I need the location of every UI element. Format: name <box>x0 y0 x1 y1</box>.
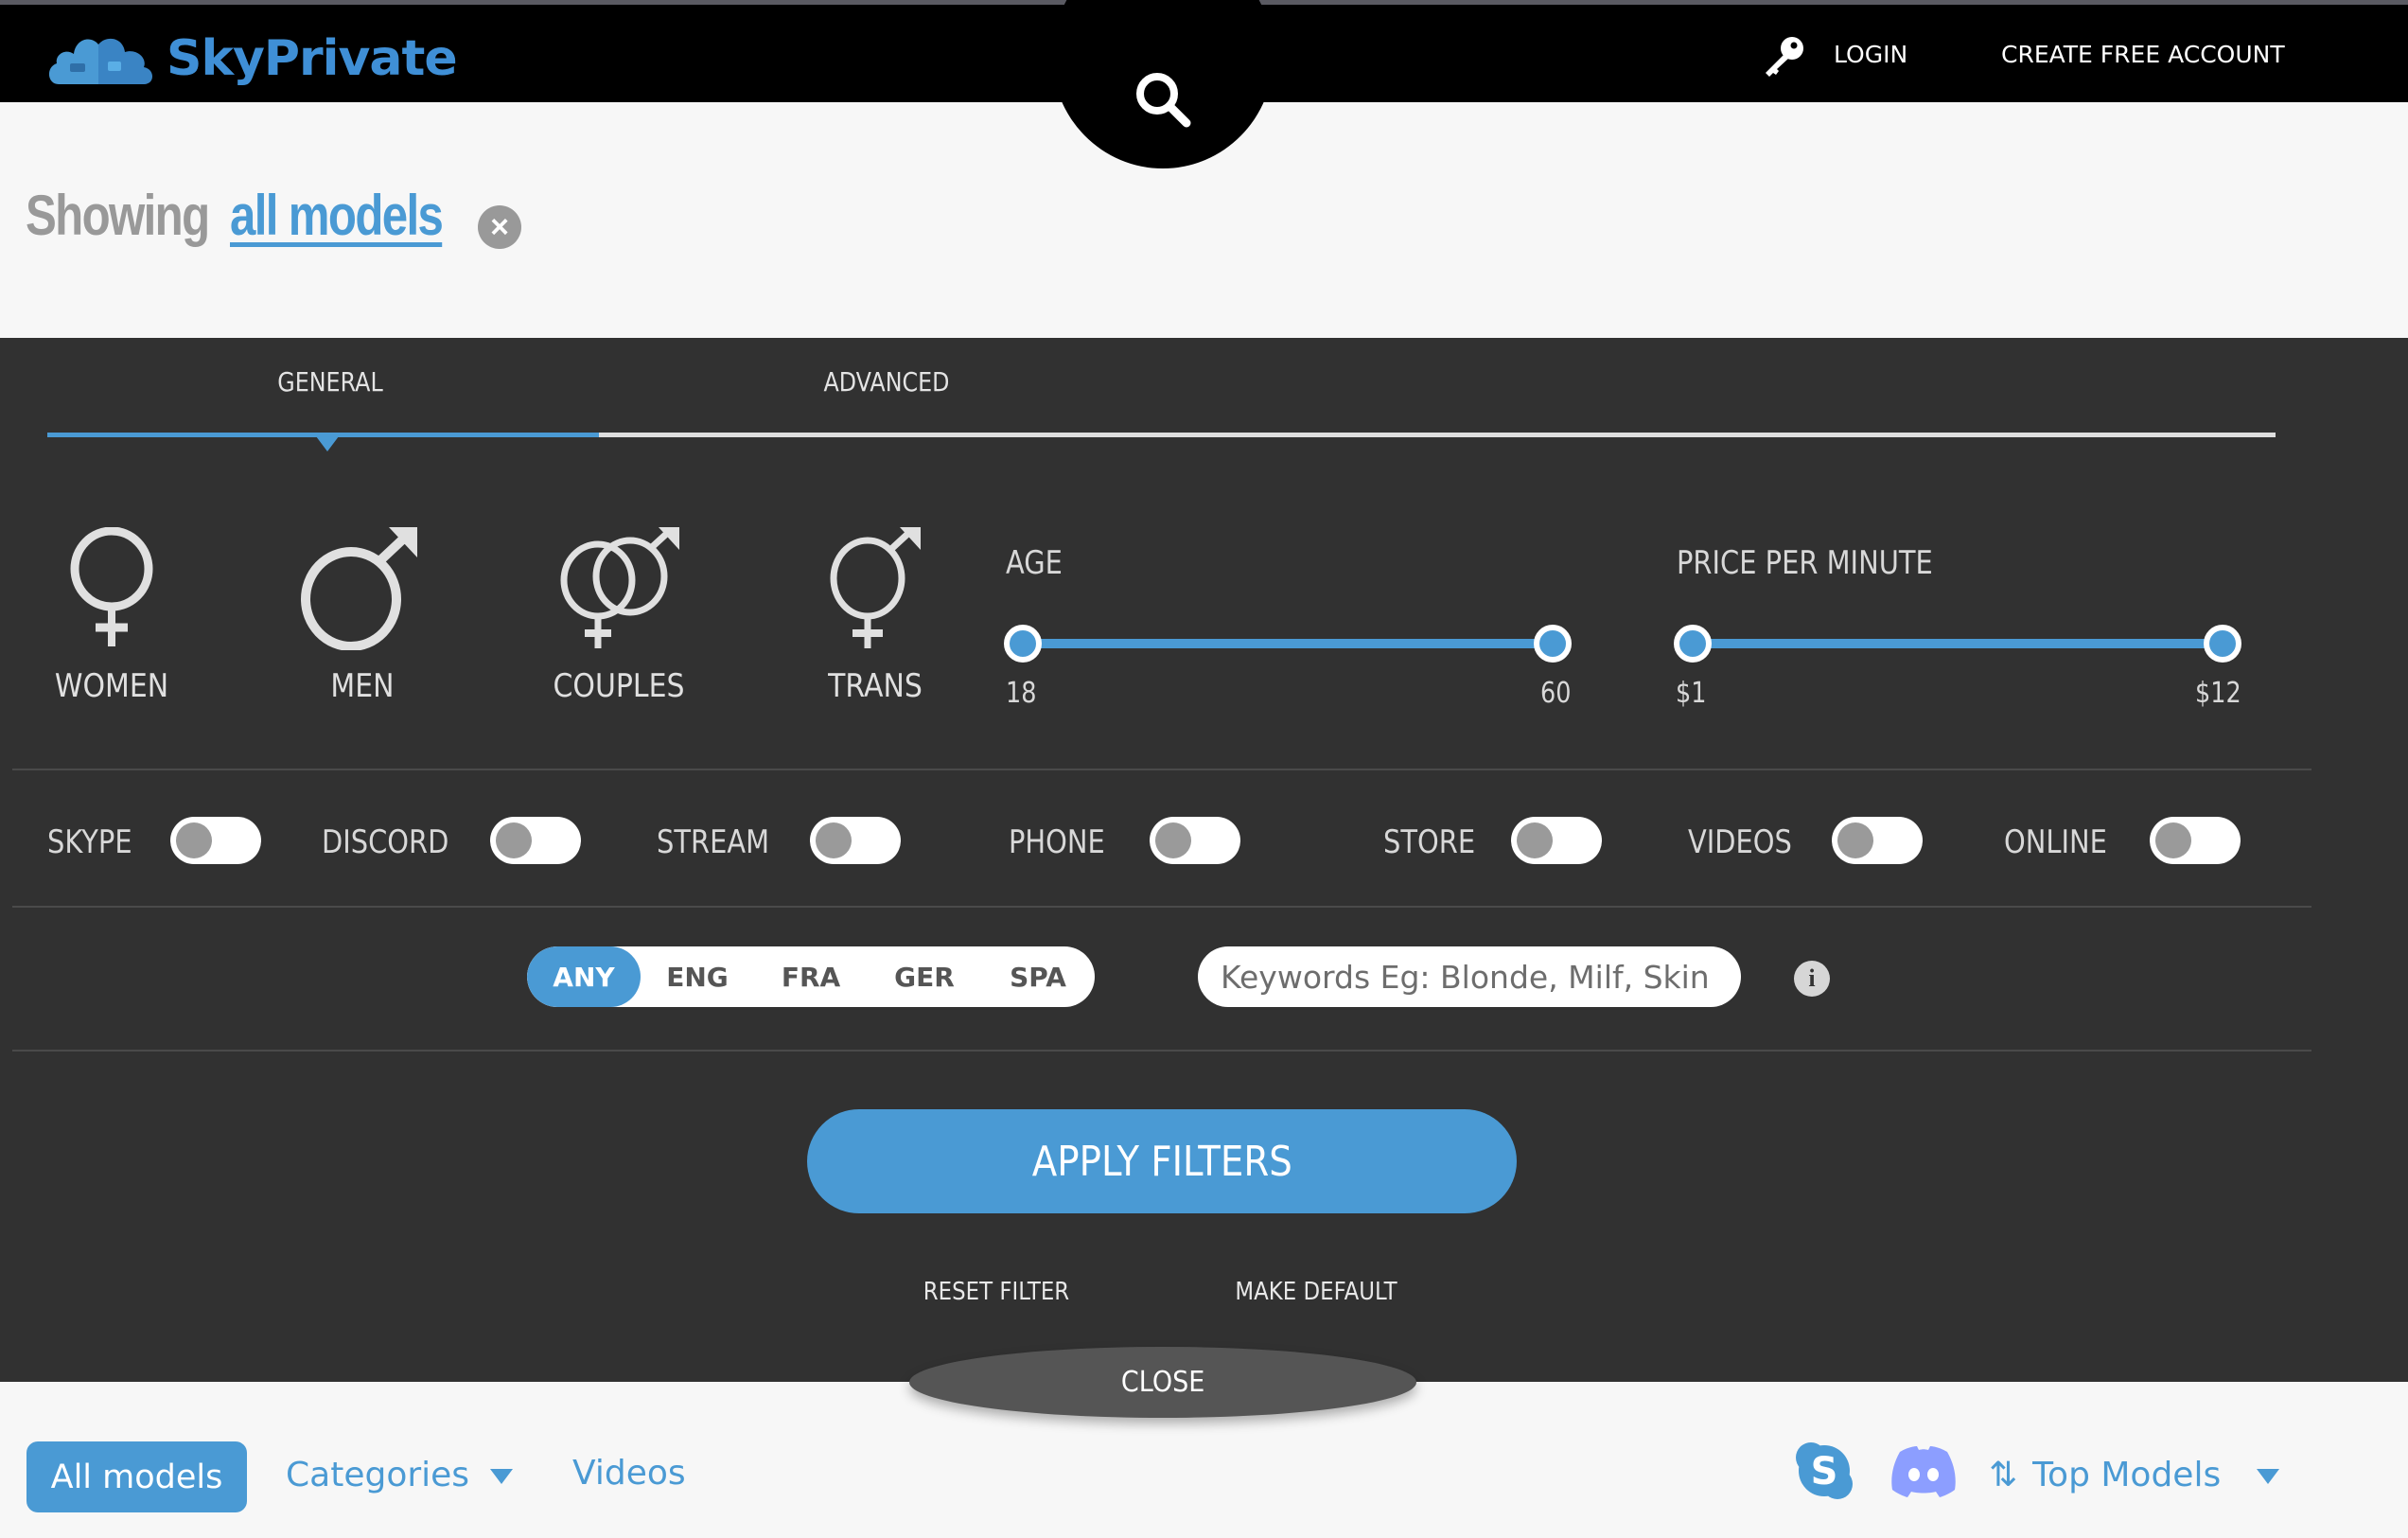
toggle-phone[interactable] <box>1150 817 1240 864</box>
info-icon[interactable]: i <box>1794 961 1830 997</box>
toggle-skype[interactable] <box>170 817 261 864</box>
toggle-label-phone: PHONE <box>1009 823 1105 861</box>
toggle-knob <box>176 822 212 858</box>
search-button[interactable] <box>1052 0 1274 168</box>
gender-label: TRANS <box>828 667 923 705</box>
close-circle-icon[interactable]: × <box>478 205 521 249</box>
language-selector: ANY ENG FRA GER SPA <box>527 946 1095 1007</box>
videos-link[interactable]: Videos <box>572 1454 686 1493</box>
toggle-knob <box>816 822 852 858</box>
divider <box>12 906 2311 908</box>
all-models-button[interactable]: All models <box>26 1441 247 1512</box>
svg-text:S: S <box>1811 1450 1838 1494</box>
gender-option-trans[interactable]: TRANS <box>781 527 970 705</box>
toggle-online[interactable] <box>2150 817 2241 864</box>
gender-option-women[interactable]: WOMEN <box>17 527 206 705</box>
discord-icon[interactable] <box>1889 1444 1959 1497</box>
toggle-stream[interactable] <box>810 817 901 864</box>
apply-filters-label: APPLY FILTERS <box>1031 1137 1292 1186</box>
close-label: CLOSE <box>1120 1366 1205 1399</box>
age-max-value: 60 <box>1540 677 1572 710</box>
toggle-knob <box>1837 822 1873 858</box>
categories-label: Categories <box>286 1456 470 1494</box>
age-max-handle[interactable] <box>1534 625 1572 663</box>
language-option-ger[interactable]: GER <box>868 946 981 1007</box>
gender-label: COUPLES <box>553 667 685 705</box>
toggle-knob <box>1155 822 1191 858</box>
language-option-eng[interactable]: ENG <box>641 946 754 1007</box>
create-account-link[interactable]: CREATE FREE ACCOUNT <box>2001 41 2285 68</box>
search-icon <box>1136 73 1191 128</box>
toggle-knob <box>1517 822 1553 858</box>
cloud-logo-icon <box>48 38 152 84</box>
age-title: AGE <box>1006 544 1063 582</box>
toggle-knob <box>496 822 532 858</box>
price-range-track[interactable] <box>1692 639 2222 648</box>
sort-dropdown[interactable]: ⇅ Top Models <box>1989 1456 2280 1494</box>
price-min-handle[interactable] <box>1674 625 1712 663</box>
make-default-link[interactable]: MAKE DEFAULT <box>1235 1278 1397 1306</box>
price-min-value: $1 <box>1676 677 1707 710</box>
apply-filters-button[interactable]: APPLY FILTERS <box>807 1109 1517 1213</box>
gender-label: WOMEN <box>54 667 169 705</box>
skype-icon[interactable]: S <box>1794 1441 1854 1501</box>
toggle-label-stream: STREAM <box>657 823 770 861</box>
toggle-knob <box>2155 822 2191 858</box>
language-option-fra[interactable]: FRA <box>754 946 868 1007</box>
brand-name: SkyPrivate <box>167 30 458 87</box>
price-max-value: $12 <box>2195 677 2241 710</box>
divider <box>12 769 2311 770</box>
female-symbol-icon <box>70 527 153 646</box>
toggle-store[interactable] <box>1511 817 1602 864</box>
showing-heading: Showing all models × <box>26 183 521 249</box>
male-symbol-icon <box>301 527 417 650</box>
caret-down-icon <box>2257 1469 2280 1484</box>
key-icon <box>1766 37 1803 77</box>
toggle-label-skype: SKYPE <box>47 823 132 861</box>
reset-filter-link[interactable]: RESET FILTER <box>923 1278 1069 1306</box>
brand-logo[interactable]: SkyPrivate <box>45 26 458 92</box>
keywords-input[interactable] <box>1198 946 1741 1007</box>
login-link[interactable]: LOGIN <box>1834 41 1907 68</box>
couple-symbol-icon <box>560 527 679 648</box>
age-min-value: 18 <box>1006 677 1037 710</box>
age-range-track[interactable] <box>1022 639 1552 648</box>
divider <box>12 1050 2311 1052</box>
gender-option-couples[interactable]: COUPLES <box>524 527 713 705</box>
sort-arrows-icon: ⇅ <box>1989 1456 2018 1494</box>
toggle-label-online: ONLINE <box>2004 823 2107 861</box>
close-filters-button[interactable]: CLOSE <box>909 1347 1416 1418</box>
toggle-label-store: STORE <box>1383 823 1476 861</box>
language-option-spa[interactable]: SPA <box>981 946 1095 1007</box>
filter-panel: GENERAL ADVANCED WOMEN MEN COUPLES TRANS… <box>0 338 2408 1382</box>
toggle-label-discord: DISCORD <box>322 823 449 861</box>
transgender-symbol-icon <box>830 527 921 648</box>
toggle-discord[interactable] <box>490 817 581 864</box>
toggle-videos[interactable] <box>1832 817 1923 864</box>
tab-caret-icon <box>316 436 339 451</box>
toggle-label-videos: VIDEOS <box>1688 823 1792 861</box>
caret-down-icon <box>490 1469 514 1484</box>
age-min-handle[interactable] <box>1004 625 1042 663</box>
price-title: PRICE PER MINUTE <box>1677 544 1933 582</box>
tab-general[interactable]: GENERAL <box>277 366 382 398</box>
showing-label: Showing <box>26 184 210 247</box>
language-option-any[interactable]: ANY <box>527 946 641 1007</box>
tab-advanced[interactable]: ADVANCED <box>823 366 949 398</box>
price-max-handle[interactable] <box>2204 625 2241 663</box>
gender-label: MEN <box>330 667 395 705</box>
gender-option-men[interactable]: MEN <box>268 527 457 705</box>
categories-dropdown[interactable]: Categories <box>286 1456 514 1494</box>
sort-label: Top Models <box>2032 1456 2222 1494</box>
all-models-filter-link[interactable]: all models <box>230 183 444 248</box>
